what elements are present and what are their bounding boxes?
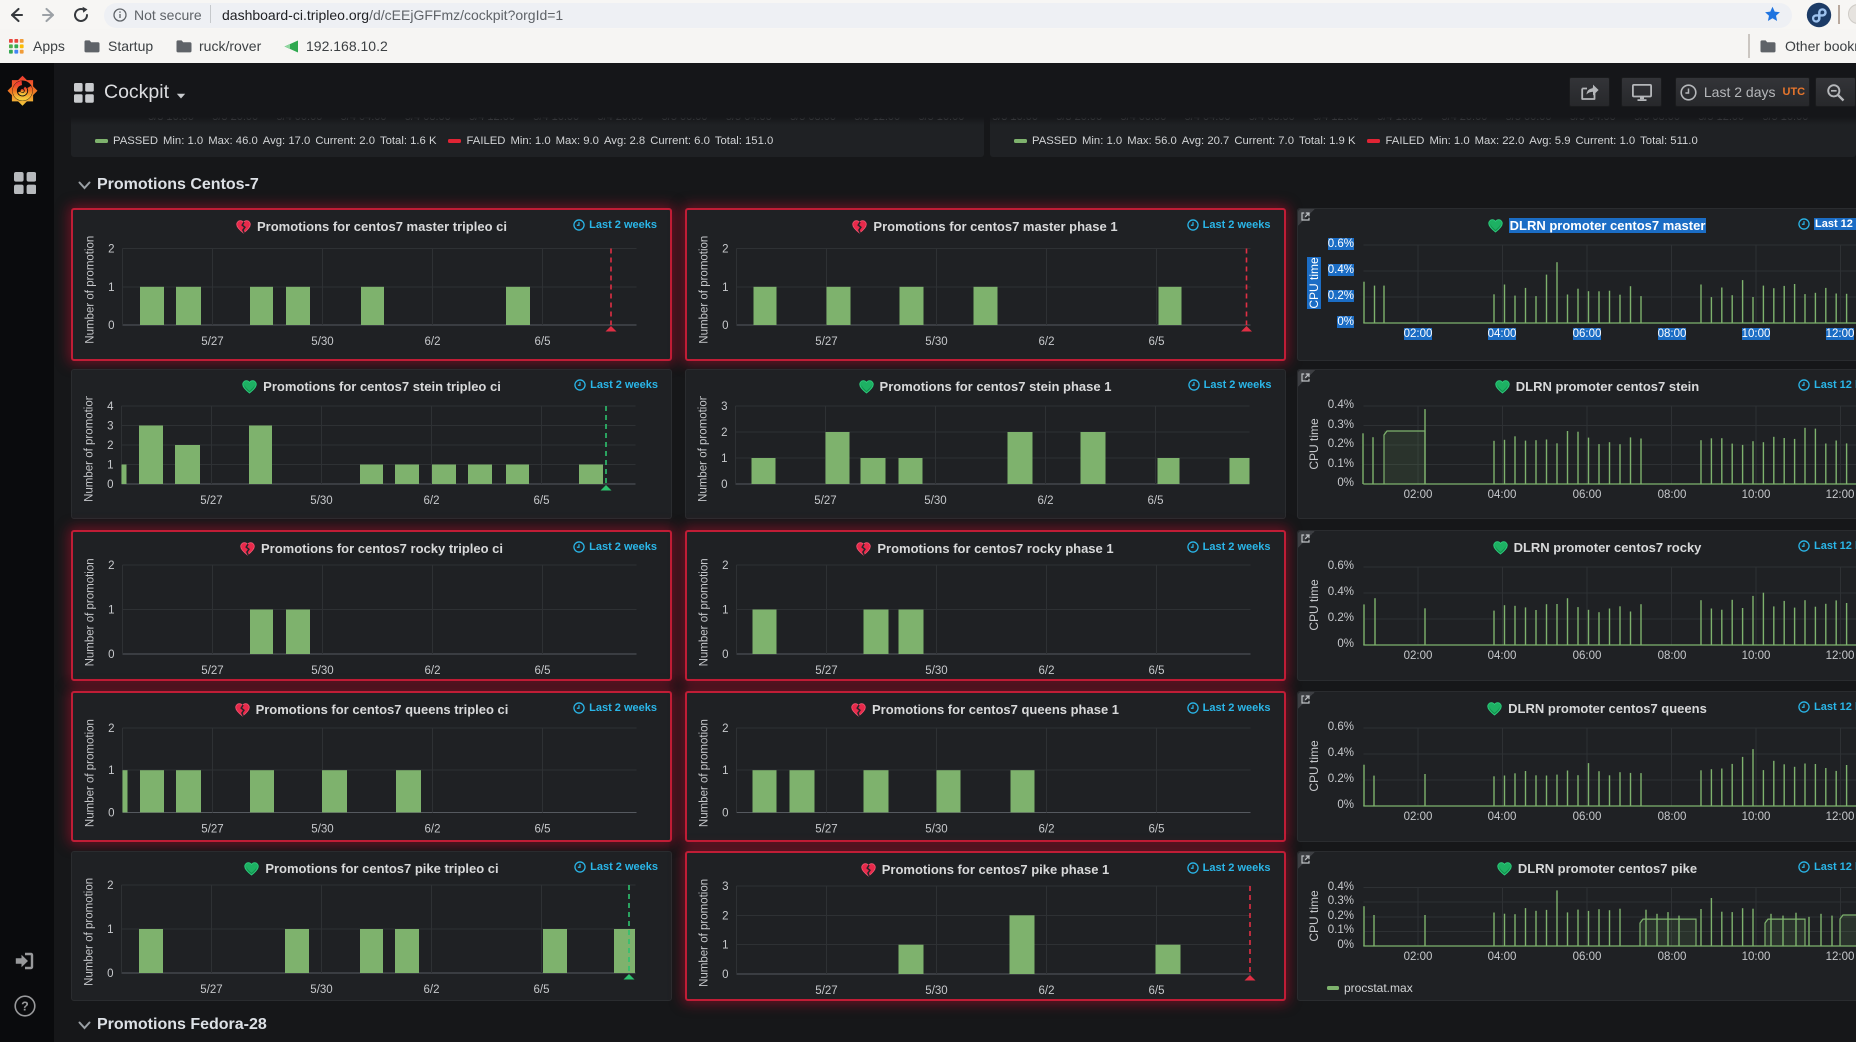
svg-text:2: 2: [108, 244, 114, 256]
svg-text:5/30: 5/30: [311, 824, 333, 836]
svg-text:5/27: 5/27: [201, 665, 223, 677]
svg-text:2: 2: [722, 723, 728, 735]
svg-text:0: 0: [722, 808, 728, 820]
svg-text:5/27: 5/27: [815, 665, 837, 677]
svg-text:Number of promotions: Number of promotions: [697, 388, 709, 502]
svg-text:0: 0: [722, 649, 728, 661]
svg-text:5/30: 5/30: [311, 665, 333, 677]
svg-text:5/30: 5/30: [925, 665, 947, 677]
svg-text:5/27: 5/27: [815, 336, 837, 348]
svg-text:0: 0: [107, 479, 113, 491]
svg-text:6/5: 6/5: [1148, 985, 1164, 997]
svg-text:6/5: 6/5: [1147, 495, 1163, 507]
svg-text:2: 2: [722, 244, 728, 256]
svg-text:6/2: 6/2: [425, 665, 441, 677]
svg-text:2: 2: [107, 440, 113, 452]
svg-text:2: 2: [721, 427, 727, 439]
svg-text:5/27: 5/27: [201, 336, 223, 348]
svg-text:6/2: 6/2: [1037, 495, 1053, 507]
svg-text:5/30: 5/30: [310, 495, 332, 507]
svg-text:6/5: 6/5: [1148, 665, 1164, 677]
svg-text:1: 1: [107, 460, 113, 472]
svg-text:Number of promotions: Number of promotions: [84, 388, 96, 502]
svg-text:5/27: 5/27: [200, 495, 222, 507]
svg-text:?: ?: [21, 1000, 29, 1014]
svg-text:2: 2: [108, 723, 114, 735]
svg-text:0: 0: [722, 320, 728, 332]
svg-text:6/5: 6/5: [535, 336, 551, 348]
svg-text:Number of promotions: Number of promotions: [698, 230, 710, 344]
svg-text:1: 1: [108, 605, 114, 617]
svg-text:6/2: 6/2: [424, 984, 440, 996]
svg-text:0: 0: [108, 808, 114, 820]
svg-text:6/2: 6/2: [1038, 985, 1054, 997]
svg-text:6/2: 6/2: [425, 336, 441, 348]
svg-text:4: 4: [107, 401, 114, 413]
svg-text:6/2: 6/2: [424, 495, 440, 507]
svg-text:6/5: 6/5: [535, 665, 551, 677]
svg-text:0: 0: [721, 479, 727, 491]
svg-text:Number of promotions: Number of promotions: [85, 713, 97, 827]
svg-text:1: 1: [108, 765, 114, 777]
svg-text:1: 1: [107, 924, 113, 936]
svg-text:6/5: 6/5: [1148, 336, 1164, 348]
svg-text:2: 2: [722, 910, 728, 922]
svg-text:5/27: 5/27: [200, 984, 222, 996]
svg-text:3: 3: [721, 401, 727, 413]
svg-text:5/27: 5/27: [814, 495, 836, 507]
svg-text:Number of promotions: Number of promotions: [85, 230, 97, 344]
svg-text:5/30: 5/30: [925, 824, 947, 836]
svg-text:5/27: 5/27: [815, 985, 837, 997]
svg-text:5/30: 5/30: [311, 336, 333, 348]
svg-text:3: 3: [722, 881, 728, 893]
svg-text:5/27: 5/27: [201, 824, 223, 836]
svg-text:5/30: 5/30: [924, 495, 946, 507]
svg-text:6/2: 6/2: [1038, 336, 1054, 348]
svg-text:6/5: 6/5: [1148, 824, 1164, 836]
svg-text:Number of promotions: Number of promotions: [698, 552, 710, 666]
svg-text:6/2: 6/2: [1038, 824, 1054, 836]
svg-text:Number of promotions: Number of promotions: [84, 872, 96, 986]
svg-text:6/5: 6/5: [534, 984, 550, 996]
svg-text:1: 1: [108, 282, 114, 294]
svg-text:0: 0: [722, 969, 728, 981]
svg-text:Number of promotions: Number of promotions: [698, 713, 710, 827]
svg-text:Number of promotions: Number of promotions: [85, 552, 97, 666]
svg-text:5/30: 5/30: [310, 984, 332, 996]
svg-text:1: 1: [722, 940, 728, 952]
svg-text:6/2: 6/2: [1038, 665, 1054, 677]
svg-text:1: 1: [722, 605, 728, 617]
svg-text:2: 2: [108, 560, 114, 572]
svg-text:6/5: 6/5: [535, 824, 551, 836]
svg-text:0: 0: [108, 649, 114, 661]
svg-text:6/2: 6/2: [425, 824, 441, 836]
svg-text:1: 1: [722, 765, 728, 777]
svg-text:6/5: 6/5: [534, 495, 550, 507]
svg-text:1: 1: [721, 453, 727, 465]
svg-text:2: 2: [107, 880, 113, 892]
svg-text:5/30: 5/30: [925, 336, 947, 348]
svg-text:Number of promotions: Number of promotions: [698, 873, 710, 987]
svg-text:1: 1: [722, 282, 728, 294]
svg-text:0: 0: [107, 968, 113, 980]
svg-text:2: 2: [722, 560, 728, 572]
svg-text:5/30: 5/30: [925, 985, 947, 997]
svg-text:5/27: 5/27: [815, 824, 837, 836]
svg-text:0: 0: [108, 320, 114, 332]
svg-text:3: 3: [107, 421, 113, 433]
